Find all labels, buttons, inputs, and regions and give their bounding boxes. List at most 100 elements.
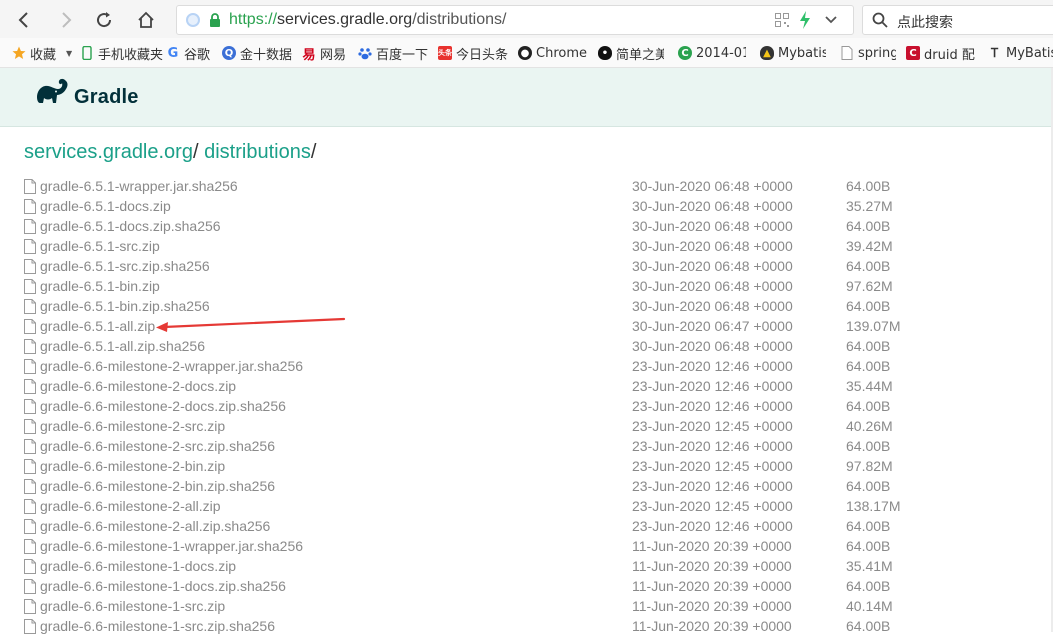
file-row[interactable]: gradle-6.6-milestone-2-docs.zip 23-Jun-20… (24, 377, 1044, 397)
bird-icon: Ꭲ (991, 45, 999, 60)
file-size: 64.00B (846, 518, 891, 534)
address-bar[interactable]: https://services.gradle.org/distribution… (176, 5, 854, 35)
file-row[interactable]: gradle-6.5.1-src.zip.sha256 30-Jun-2020 0… (24, 257, 1044, 277)
qr-code-icon[interactable] (775, 13, 789, 27)
file-row[interactable]: gradle-6.5.1-all.zip 30-Jun-2020 06:47 +0… (24, 317, 1044, 337)
search-input[interactable]: 点此搜索 (862, 5, 1053, 35)
bookmark-simple-beauty[interactable]: • 简单之美 (598, 43, 664, 63)
breadcrumb-dir-link[interactable]: distributions (204, 141, 311, 163)
breadcrumb-separator: / (310, 141, 317, 163)
file-row[interactable]: gradle-6.5.1-wrapper.jar.sha256 30-Jun-20… (24, 177, 1044, 197)
bookmark-spring[interactable]: spring (840, 43, 896, 63)
file-row[interactable]: gradle-6.6-milestone-1-wrapper.jar.sha25… (24, 537, 1044, 557)
file-row[interactable]: gradle-6.6-milestone-2-all.zip 23-Jun-202… (24, 497, 1044, 517)
file-icon (24, 179, 36, 199)
file-row[interactable]: gradle-6.6-milestone-2-wrapper.jar.sha25… (24, 357, 1044, 377)
address-url[interactable]: https://services.gradle.org/distribution… (229, 11, 506, 29)
file-link[interactable]: gradle-6.6-milestone-2-wrapper.jar.sha25… (40, 358, 303, 374)
file-size: 64.00B (846, 358, 891, 374)
file-row[interactable]: gradle-6.5.1-docs.zip 30-Jun-2020 06:48 +… (24, 197, 1044, 217)
file-link[interactable]: gradle-6.5.1-src.zip (40, 238, 160, 254)
file-icon (24, 359, 36, 379)
bookmark-toutiao[interactable]: 头条 今日头条 (438, 43, 508, 63)
file-row[interactable]: gradle-6.6-milestone-2-src.zip.sha256 23-… (24, 437, 1044, 457)
breadcrumb-host-link[interactable]: services.gradle.org (24, 141, 193, 163)
file-row[interactable]: gradle-6.6-milestone-1-docs.zip.sha256 11… (24, 577, 1044, 597)
file-link[interactable]: gradle-6.5.1-docs.zip (40, 198, 171, 214)
file-row[interactable]: gradle-6.6-milestone-2-all.zip.sha256 23-… (24, 517, 1044, 537)
file-link[interactable]: gradle-6.6-milestone-2-src.zip.sha256 (40, 438, 275, 454)
file-row[interactable]: gradle-6.5.1-bin.zip.sha256 30-Jun-2020 0… (24, 297, 1044, 317)
bookmark-mobile[interactable]: 手机收藏夹 (80, 43, 163, 63)
file-row[interactable]: gradle-6.5.1-bin.zip 30-Jun-2020 06:48 +0… (24, 277, 1044, 297)
file-link[interactable]: gradle-6.6-milestone-2-bin.zip (40, 458, 225, 474)
file-row[interactable]: gradle-6.6-milestone-2-src.zip 23-Jun-202… (24, 417, 1044, 437)
file-link[interactable]: gradle-6.6-milestone-1-docs.zip.sha256 (40, 578, 286, 594)
file-date: 11-Jun-2020 20:39 +0000 (632, 538, 792, 554)
file-icon (24, 579, 36, 599)
file-row[interactable]: gradle-6.6-milestone-2-bin.zip.sha256 23-… (24, 477, 1044, 497)
file-icon (24, 479, 36, 499)
file-date: 11-Jun-2020 20:39 +0000 (632, 598, 792, 614)
file-row[interactable]: gradle-6.6-milestone-2-bin.zip 23-Jun-202… (24, 457, 1044, 477)
mobile-icon (80, 46, 94, 60)
forward-button[interactable] (54, 8, 78, 32)
file-size: 39.42M (846, 238, 893, 254)
file-link[interactable]: gradle-6.5.1-docs.zip.sha256 (40, 218, 221, 234)
home-button[interactable] (134, 8, 158, 32)
file-size: 64.00B (846, 538, 891, 554)
bookmark-google[interactable]: G 谷歌 (166, 43, 210, 63)
file-row[interactable]: gradle-6.6-milestone-1-src.zip 11-Jun-202… (24, 597, 1044, 617)
gradle-elephant-icon[interactable] (35, 77, 71, 105)
back-button[interactable] (12, 8, 36, 32)
file-date: 11-Jun-2020 20:39 +0000 (632, 578, 792, 594)
home-icon (138, 11, 154, 28)
bookmark-druid[interactable]: C druid 配 (906, 43, 976, 63)
file-link[interactable]: gradle-6.6-milestone-1-wrapper.jar.sha25… (40, 538, 303, 554)
lightning-icon[interactable] (799, 11, 811, 29)
chevron-down-icon[interactable] (824, 15, 838, 25)
file-link[interactable]: gradle-6.5.1-all.zip (40, 318, 155, 334)
breadcrumb-separator: / (192, 141, 199, 163)
file-row[interactable]: gradle-6.6-milestone-1-docs.zip 11-Jun-20… (24, 557, 1044, 577)
file-link[interactable]: gradle-6.6-milestone-2-all.zip (40, 498, 221, 514)
bookmark-netease[interactable]: 易 网易 (302, 43, 346, 63)
file-icon (24, 339, 36, 359)
file-date: 23-Jun-2020 12:45 +0000 (632, 418, 793, 434)
chevron-left-icon (18, 12, 28, 28)
file-link[interactable]: gradle-6.5.1-wrapper.jar.sha256 (40, 178, 238, 194)
reload-button[interactable] (92, 8, 116, 32)
file-link[interactable]: gradle-6.5.1-all.zip.sha256 (40, 338, 205, 354)
file-link[interactable]: gradle-6.5.1-bin.zip (40, 278, 160, 294)
file-date: 23-Jun-2020 12:46 +0000 (632, 358, 793, 374)
bookmark-2014[interactable]: C 2014-01 (678, 43, 746, 63)
file-row[interactable]: gradle-6.5.1-src.zip 30-Jun-2020 06:48 +0… (24, 237, 1044, 257)
bookmark-mybatis[interactable]: ▲ Mybatis (760, 43, 826, 63)
bookmark-mybatis-2[interactable]: Ꭲ MyBatis (988, 43, 1053, 63)
bookmark-baidu[interactable]: 百度一下 (358, 43, 428, 63)
bookmark-chrome[interactable]: ● Chrome (518, 43, 587, 63)
file-row[interactable]: gradle-6.5.1-docs.zip.sha256 30-Jun-2020 … (24, 217, 1044, 237)
file-icon (24, 239, 36, 259)
site-info-icon[interactable] (186, 13, 200, 27)
site-brand[interactable]: Gradle (74, 86, 139, 109)
file-link[interactable]: gradle-6.6-milestone-1-src.zip (40, 598, 225, 614)
file-row[interactable]: gradle-6.6-milestone-1-src.zip.sha256 11-… (24, 617, 1044, 637)
file-size: 35.44M (846, 378, 893, 394)
green-c-icon: C (678, 46, 692, 60)
search-placeholder: 点此搜索 (897, 15, 953, 31)
file-link[interactable]: gradle-6.6-milestone-2-docs.zip.sha256 (40, 398, 286, 414)
file-link[interactable]: gradle-6.6-milestone-2-all.zip.sha256 (40, 518, 270, 534)
file-row[interactable]: gradle-6.6-milestone-2-docs.zip.sha256 23… (24, 397, 1044, 417)
file-link[interactable]: gradle-6.6-milestone-1-docs.zip (40, 558, 236, 574)
file-link[interactable]: gradle-6.5.1-src.zip.sha256 (40, 258, 210, 274)
file-icon (24, 539, 36, 559)
file-link[interactable]: gradle-6.6-milestone-2-docs.zip (40, 378, 236, 394)
file-link[interactable]: gradle-6.5.1-bin.zip.sha256 (40, 298, 210, 314)
file-link[interactable]: gradle-6.6-milestone-2-src.zip (40, 418, 225, 434)
bookmark-favorites[interactable]: 收藏 ▼ (12, 43, 72, 63)
file-link[interactable]: gradle-6.6-milestone-2-bin.zip.sha256 (40, 478, 275, 494)
file-row[interactable]: gradle-6.5.1-all.zip.sha256 30-Jun-2020 0… (24, 337, 1044, 357)
file-icon (24, 519, 36, 539)
bookmark-jin10[interactable]: Q 金十数据 (222, 43, 292, 63)
